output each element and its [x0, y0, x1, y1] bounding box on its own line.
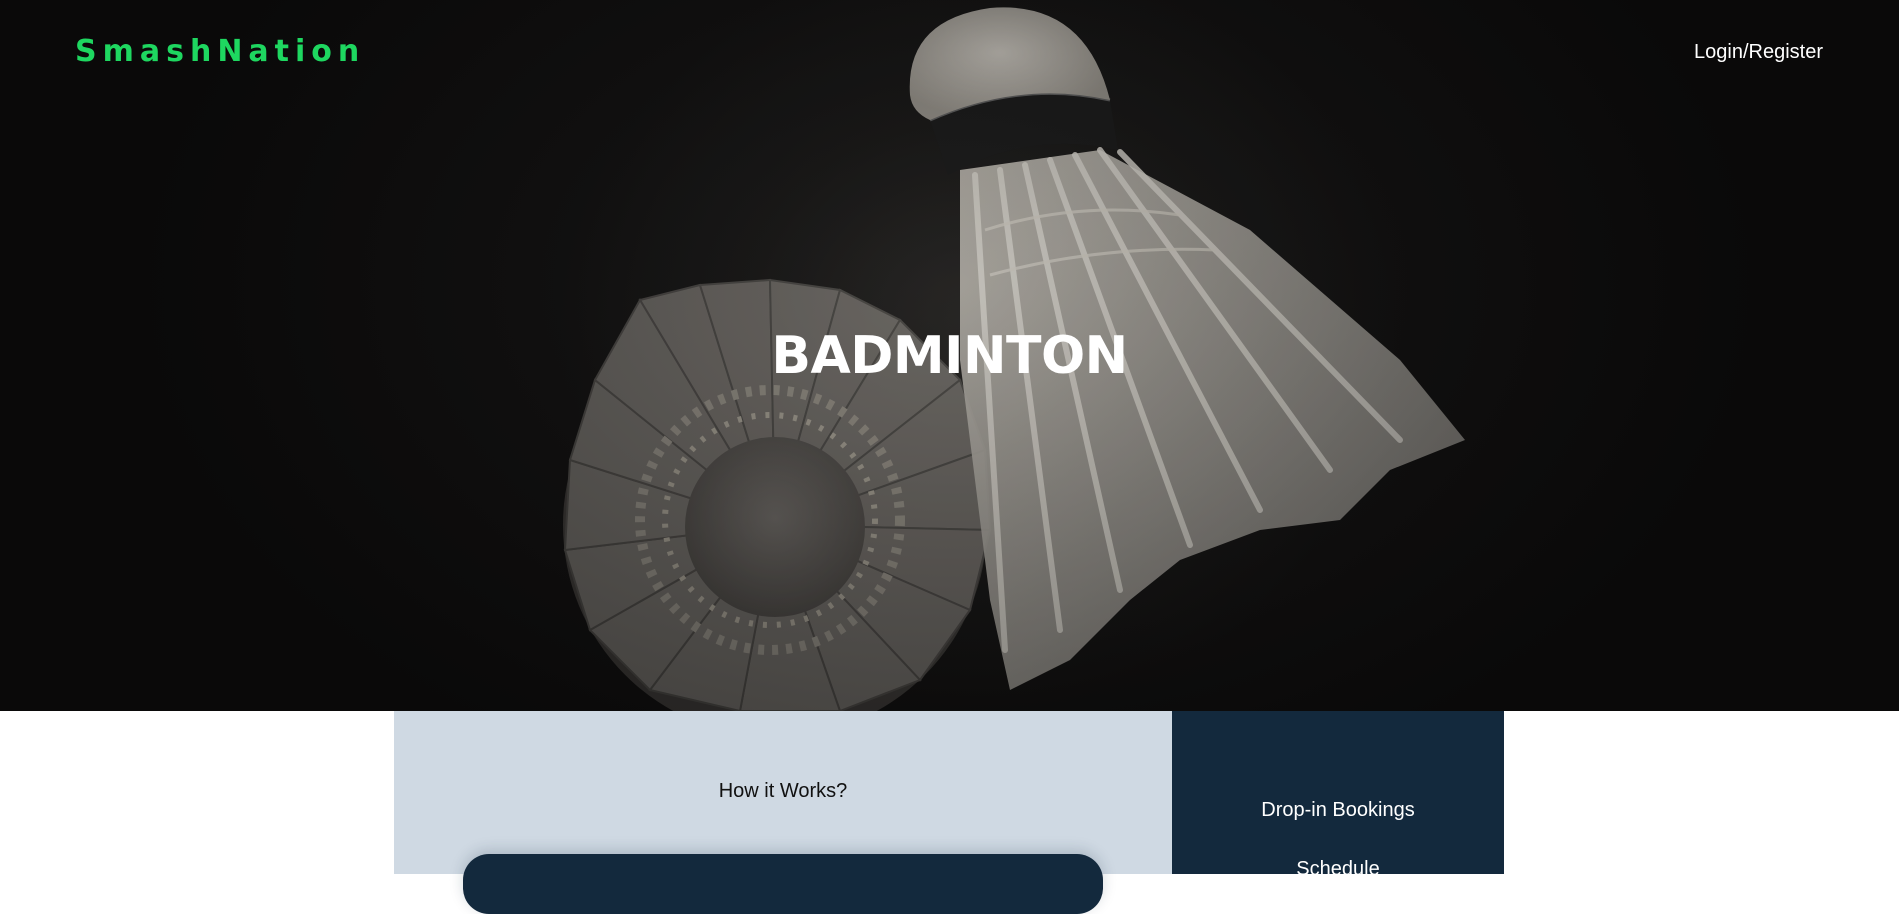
schedule-link[interactable]: Schedule: [1172, 858, 1504, 881]
how-it-works-panel: How it Works?: [394, 711, 1172, 914]
login-register-link[interactable]: Login/Register: [1694, 41, 1823, 64]
drop-in-bookings-link[interactable]: Drop-in Bookings: [1172, 799, 1504, 822]
brand-logo[interactable]: SmashNation: [75, 34, 365, 69]
how-it-works-title: How it Works?: [718, 780, 848, 802]
side-nav: Drop-in Bookings Schedule: [1172, 711, 1504, 880]
content-section: How it Works? Drop-in Bookings Schedule: [394, 711, 1504, 914]
hero-banner: SmashNation Login/Register BADMINTON: [0, 0, 1899, 711]
hero-title: BADMINTON: [771, 326, 1128, 386]
how-it-works-card: [463, 854, 1103, 914]
